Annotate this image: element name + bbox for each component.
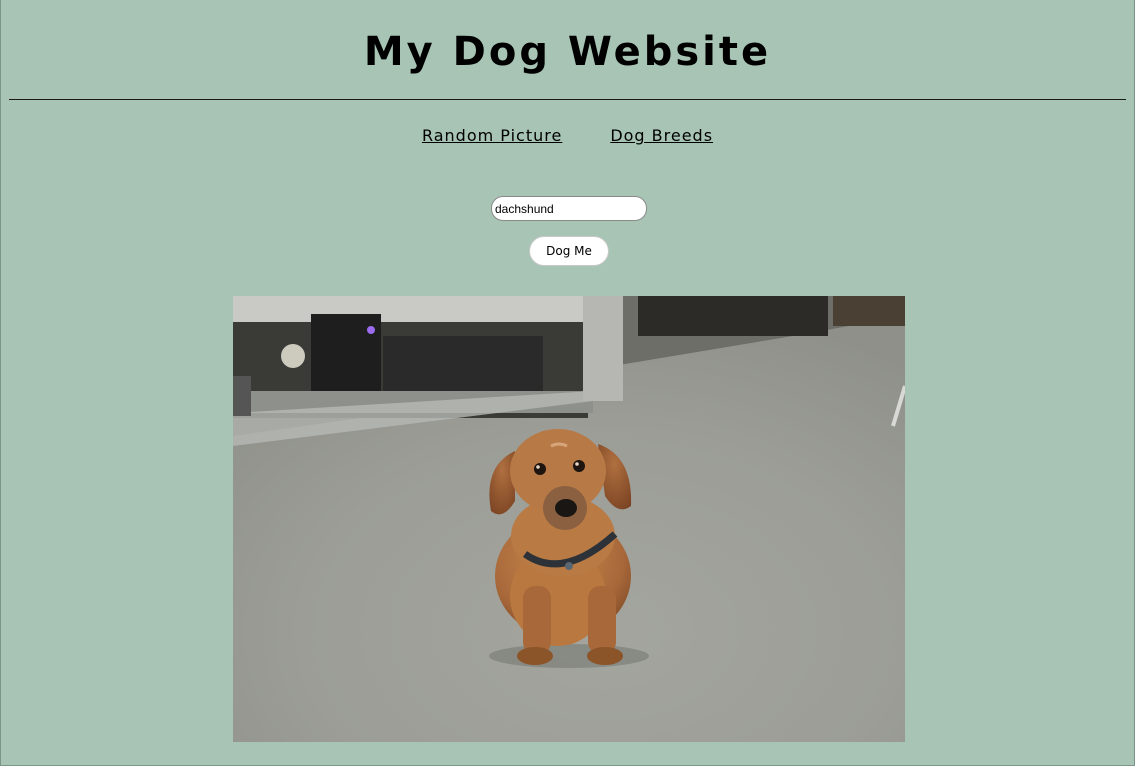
- nav-link-dog-breeds[interactable]: Dog Breeds: [610, 126, 713, 146]
- breed-search-input[interactable]: [491, 196, 647, 221]
- header-divider: [9, 99, 1126, 100]
- dog-photo: [233, 296, 905, 742]
- dachshund-photo-illustration: [233, 296, 905, 742]
- nav-link-random-picture[interactable]: Random Picture: [422, 126, 562, 146]
- dog-me-button[interactable]: Dog Me: [529, 236, 609, 266]
- main-nav: Random Picture Dog Breeds: [1, 126, 1134, 146]
- page-title: My Dog Website: [363, 29, 772, 75]
